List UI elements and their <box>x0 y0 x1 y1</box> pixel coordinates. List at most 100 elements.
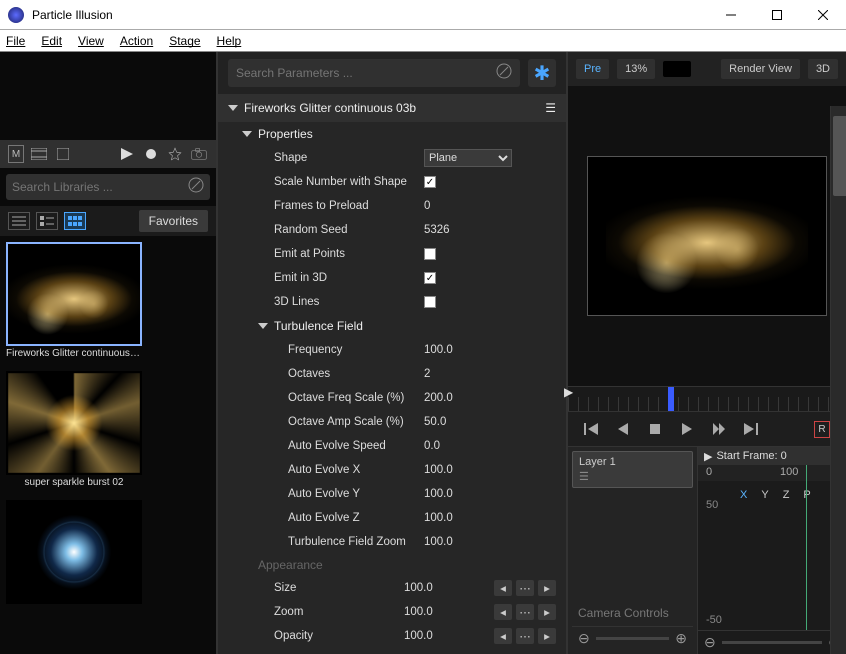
goto-start-button[interactable] <box>584 422 598 436</box>
library-gallery[interactable]: Fireworks Glitter continuous 03b super s… <box>0 236 216 654</box>
prop-value[interactable]: 100.0 <box>424 464 494 476</box>
emitter-menu-icon[interactable]: ☰ <box>545 101 556 115</box>
play-button[interactable] <box>680 422 694 436</box>
prop-value[interactable]: 2 <box>424 368 494 380</box>
zoom-out-button[interactable]: ⊖ <box>704 634 716 651</box>
library-item[interactable] <box>6 500 142 606</box>
prop-value[interactable]: 50.0 <box>424 416 494 428</box>
keyframe-prev-icon[interactable]: ◂ <box>494 580 512 596</box>
keyframe-menu-icon[interactable]: ⋯ <box>516 628 534 644</box>
star-icon[interactable] <box>166 145 184 163</box>
layer-item[interactable]: Layer 1 ☰ <box>572 451 693 488</box>
play-icon[interactable] <box>118 145 136 163</box>
checkbox[interactable] <box>424 296 436 308</box>
keyframe-next-icon[interactable]: ▸ <box>538 604 556 620</box>
axis-z-button[interactable]: Z <box>783 489 790 501</box>
preview-mode-button[interactable]: Pre <box>576 59 609 79</box>
maximize-button[interactable] <box>754 0 800 30</box>
prop-value[interactable]: 0.0 <box>424 440 494 452</box>
prop-opacity: Opacity 100.0 ◂⋯▸ <box>218 624 566 648</box>
close-button[interactable] <box>800 0 846 30</box>
emitter-header[interactable]: Fireworks Glitter continuous 03b ☰ <box>218 94 566 122</box>
prop-value[interactable]: 5326 <box>424 224 494 236</box>
scrollbar-thumb[interactable] <box>833 116 846 196</box>
axis-x-button[interactable]: X <box>740 489 747 501</box>
parameters-search[interactable] <box>228 59 520 87</box>
prop-value[interactable]: 100.0 <box>404 606 474 618</box>
cancel-icon[interactable] <box>496 63 512 84</box>
checkbox[interactable] <box>424 248 436 260</box>
zoom-in-button[interactable]: ⊕ <box>675 630 687 647</box>
menu-action[interactable]: Action <box>120 34 153 48</box>
vertical-scrollbar[interactable] <box>830 106 846 654</box>
prop-label: Size <box>274 582 404 594</box>
prop-value[interactable]: 100.0 <box>424 488 494 500</box>
square-icon[interactable] <box>54 145 72 163</box>
parameters-search-input[interactable] <box>236 66 496 80</box>
properties-section[interactable]: Properties <box>218 122 566 146</box>
menu-view[interactable]: View <box>78 34 104 48</box>
menu-file[interactable]: File <box>6 34 25 48</box>
menu-edit[interactable]: Edit <box>41 34 62 48</box>
keyframe-menu-icon[interactable]: ⋯ <box>516 604 534 620</box>
goto-end-button[interactable] <box>744 422 758 436</box>
zoom-slider[interactable] <box>596 637 670 640</box>
minimize-button[interactable] <box>708 0 754 30</box>
prop-value[interactable]: 100.0 <box>404 582 474 594</box>
prop-value[interactable]: 100.0 <box>424 536 494 548</box>
favorites-button[interactable]: Favorites <box>139 210 208 232</box>
menu-stage[interactable]: Stage <box>169 34 200 48</box>
stop-button[interactable] <box>648 422 662 436</box>
menu-help[interactable]: Help <box>217 34 242 48</box>
prop-value[interactable]: 200.0 <box>424 392 494 404</box>
shape-select[interactable]: Plane <box>424 149 512 167</box>
prop-value[interactable]: 100.0 <box>404 630 474 642</box>
mode-m-icon[interactable]: M <box>8 145 24 163</box>
keyframe-next-icon[interactable]: ▸ <box>538 580 556 596</box>
prop-value[interactable]: 100.0 <box>424 512 494 524</box>
axis-y-button[interactable]: Y <box>761 489 768 501</box>
prop-value[interactable]: 0 <box>424 200 494 212</box>
render-view-button[interactable]: Render View <box>721 59 800 79</box>
prop-auto-evolve-z: Auto Evolve Z100.0 <box>218 506 566 530</box>
library-search[interactable] <box>6 174 210 200</box>
zoom-slider[interactable] <box>722 641 823 644</box>
playhead[interactable] <box>668 387 674 411</box>
prop-value[interactable]: 100.0 <box>424 344 494 356</box>
filmstrip-icon[interactable] <box>30 145 48 163</box>
graph-playhead[interactable] <box>806 465 807 630</box>
step-back-button[interactable] <box>616 422 630 436</box>
keyframe-menu-icon[interactable]: ⋯ <box>516 580 534 596</box>
record-icon[interactable] <box>142 145 160 163</box>
cancel-icon[interactable] <box>188 177 204 198</box>
zoom-percent[interactable]: 13% <box>617 59 655 79</box>
step-forward-button[interactable] <box>712 422 726 436</box>
keyframe-next-icon[interactable]: ▸ <box>538 628 556 644</box>
checkbox[interactable]: ✓ <box>424 176 436 188</box>
timeline-ruler[interactable]: ▶ ◀ <box>568 386 846 412</box>
repeat-button[interactable]: R <box>814 421 829 438</box>
add-emitter-button[interactable]: ✱ <box>528 59 556 87</box>
library-search-input[interactable] <box>12 180 188 194</box>
keyframe-prev-icon[interactable]: ◂ <box>494 628 512 644</box>
detail-view-icon[interactable] <box>36 212 58 230</box>
list-view-icon[interactable] <box>8 212 30 230</box>
properties-list[interactable]: Properties Shape Plane Scale Number with… <box>218 122 566 654</box>
prop-label: Auto Evolve X <box>274 464 424 476</box>
view-3d-button[interactable]: 3D <box>808 59 838 79</box>
axis-p-button[interactable]: P <box>803 489 810 501</box>
library-item[interactable]: Fireworks Glitter continuous 03b <box>6 242 142 359</box>
checkbox[interactable]: ✓ <box>424 272 436 284</box>
graph-pane[interactable]: ▶Start Frame: 0 0 100 50 X Y Z P -50 ⊖ <box>698 447 846 654</box>
keyframe-prev-icon[interactable]: ◂ <box>494 604 512 620</box>
viewport[interactable] <box>568 86 846 386</box>
axis-switcher: X Y Z P <box>698 481 846 501</box>
grid-view-icon[interactable] <box>64 212 86 230</box>
camera-icon[interactable] <box>190 145 208 163</box>
color-swatch[interactable] <box>663 61 691 77</box>
zoom-out-button[interactable]: ⊖ <box>578 630 590 647</box>
prop-label: Emit in 3D <box>274 272 424 284</box>
layer-menu-icon[interactable]: ☰ <box>579 470 686 483</box>
turbulence-section[interactable]: Turbulence Field <box>218 314 566 338</box>
library-item[interactable]: super sparkle burst 02 <box>6 371 142 488</box>
